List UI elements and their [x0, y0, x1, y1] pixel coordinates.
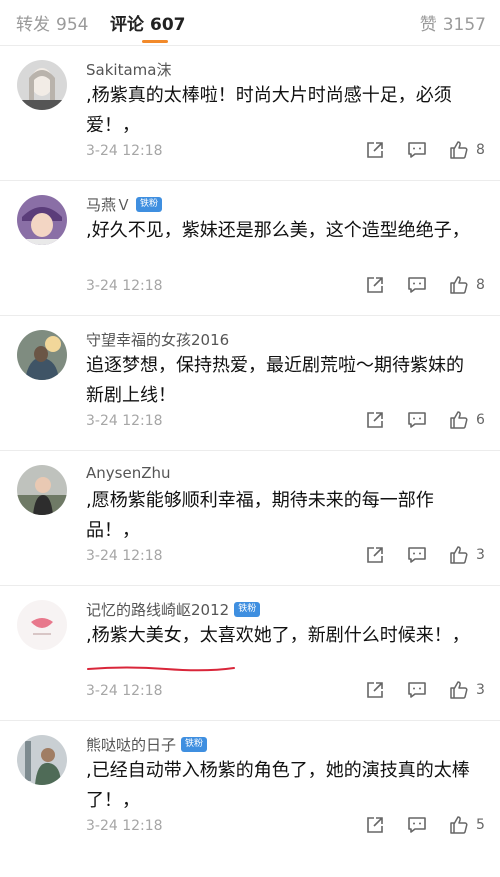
comment-time: 3-24 12:18 [86, 413, 163, 429]
username[interactable]: 马燕Ｖ 铁粉 [86, 194, 163, 215]
username-text: 马燕Ｖ [86, 196, 132, 214]
username[interactable]: 记忆的路线崎岖2012 铁粉 [86, 599, 261, 620]
comment-item: 守望幸福的女孩2016 追逐梦想，保持热爱，最近剧荒啦～期待紫妹的新剧上线！ 3… [0, 316, 500, 451]
like-count: 5 [476, 817, 485, 833]
comment-text: ,已经自动带入杨紫的角色了，她的演技真的太棒了！， [86, 760, 470, 811]
tab-like[interactable]: 赞 3157 [420, 10, 486, 35]
username-text: Sakitama沫 [86, 61, 172, 79]
tab-repost-count: 954 [56, 15, 89, 35]
comment-text: ,杨紫真的太棒啦！时尚大片时尚感十足，必须爱！， [86, 85, 452, 136]
comment-text: ,杨紫大美女，太喜欢她了，新剧什么时候来！， [86, 625, 470, 646]
comment-actions: 6 [344, 409, 486, 431]
like-count: 8 [476, 277, 485, 293]
avatar[interactable] [17, 195, 67, 245]
username[interactable]: 熊哒哒的日子 铁粉 [86, 734, 208, 755]
avatar[interactable] [17, 600, 67, 650]
avatar[interactable] [17, 330, 67, 380]
comment-actions: 3 [344, 544, 486, 566]
comment-text: 追逐梦想，保持热爱，最近剧荒啦～期待紫妹的新剧上线！ [86, 355, 464, 406]
comment-icon[interactable] [406, 814, 428, 836]
comment-actions: 8 [344, 274, 486, 296]
comment-item: 马燕Ｖ 铁粉 ,好久不见，紫妹还是那么美，这个造型绝绝子， 3-24 12:18 … [0, 181, 500, 316]
fan-badge: 铁粉 [234, 602, 261, 617]
like-count: 6 [476, 412, 485, 428]
avatar[interactable] [17, 465, 67, 515]
tab-repost[interactable]: 转发 954 [16, 10, 88, 35]
like-icon[interactable] [448, 274, 470, 296]
comment-item: 记忆的路线崎岖2012 铁粉 ,杨紫大美女，太喜欢她了，新剧什么时候来！， 3-2… [0, 586, 500, 721]
comment-time: 3-24 12:18 [86, 278, 163, 294]
share-icon[interactable] [364, 679, 386, 701]
tab-comment-count: 607 [150, 15, 186, 35]
username-text: 记忆的路线崎岖2012 [86, 601, 230, 619]
comment-actions: 5 [344, 814, 486, 836]
share-icon[interactable] [364, 814, 386, 836]
active-tab-indicator [142, 40, 168, 43]
avatar[interactable] [17, 60, 67, 110]
share-icon[interactable] [364, 409, 386, 431]
comment-text: ,愿杨紫能够顺利幸福，期待未来的每一部作品！， [86, 490, 434, 541]
comment-item: AnysenZhu ,愿杨紫能够顺利幸福，期待未来的每一部作品！， 3-24 1… [0, 451, 500, 586]
comment-icon[interactable] [406, 544, 428, 566]
username-text: 守望幸福的女孩2016 [86, 331, 230, 349]
username-text: 熊哒哒的日子 [86, 736, 177, 754]
tab-comment-label: 评论 [110, 15, 144, 35]
username[interactable]: AnysenZhu [86, 464, 171, 482]
comment-time: 3-24 12:18 [86, 548, 163, 564]
comment-icon[interactable] [406, 139, 428, 161]
username-text: AnysenZhu [86, 464, 171, 482]
comment-time: 3-24 12:18 [86, 143, 163, 159]
comment-time: 3-24 12:18 [86, 683, 163, 699]
comment-icon[interactable] [406, 679, 428, 701]
comment-actions: 8 [344, 139, 486, 161]
fan-badge: 铁粉 [181, 737, 208, 752]
share-icon[interactable] [364, 274, 386, 296]
tab-like-count: 3157 [442, 15, 486, 35]
tab-like-label: 赞 [419, 15, 437, 35]
like-count: 8 [476, 142, 485, 158]
like-icon[interactable] [448, 679, 470, 701]
share-icon[interactable] [364, 139, 386, 161]
username[interactable]: 守望幸福的女孩2016 [86, 329, 229, 350]
tab-bar: 转发 954 评论 607 赞 3157 [0, 0, 500, 46]
username[interactable]: Sakitama沫 [86, 59, 171, 80]
share-icon[interactable] [364, 544, 386, 566]
comment-time: 3-24 12:18 [86, 818, 163, 834]
fan-badge: 铁粉 [136, 197, 163, 212]
comment-item: 熊哒哒的日子 铁粉 ,已经自动带入杨紫的角色了，她的演技真的太棒了！， 3-24 … [0, 721, 500, 856]
like-icon[interactable] [448, 409, 470, 431]
comment-text: ,好久不见，紫妹还是那么美，这个造型绝绝子， [86, 220, 470, 241]
like-count: 3 [476, 682, 485, 698]
tab-repost-label: 转发 [16, 15, 50, 35]
like-icon[interactable] [448, 544, 470, 566]
like-count: 3 [476, 547, 485, 563]
avatar[interactable] [17, 735, 67, 785]
comment-icon[interactable] [406, 409, 428, 431]
like-icon[interactable] [448, 814, 470, 836]
comment-item: Sakitama沫 ,杨紫真的太棒啦！时尚大片时尚感十足，必须爱！， 3-24 … [0, 46, 500, 181]
red-underline-annotation [87, 666, 235, 672]
comment-icon[interactable] [406, 274, 428, 296]
like-icon[interactable] [448, 139, 470, 161]
comment-actions: 3 [344, 679, 486, 701]
